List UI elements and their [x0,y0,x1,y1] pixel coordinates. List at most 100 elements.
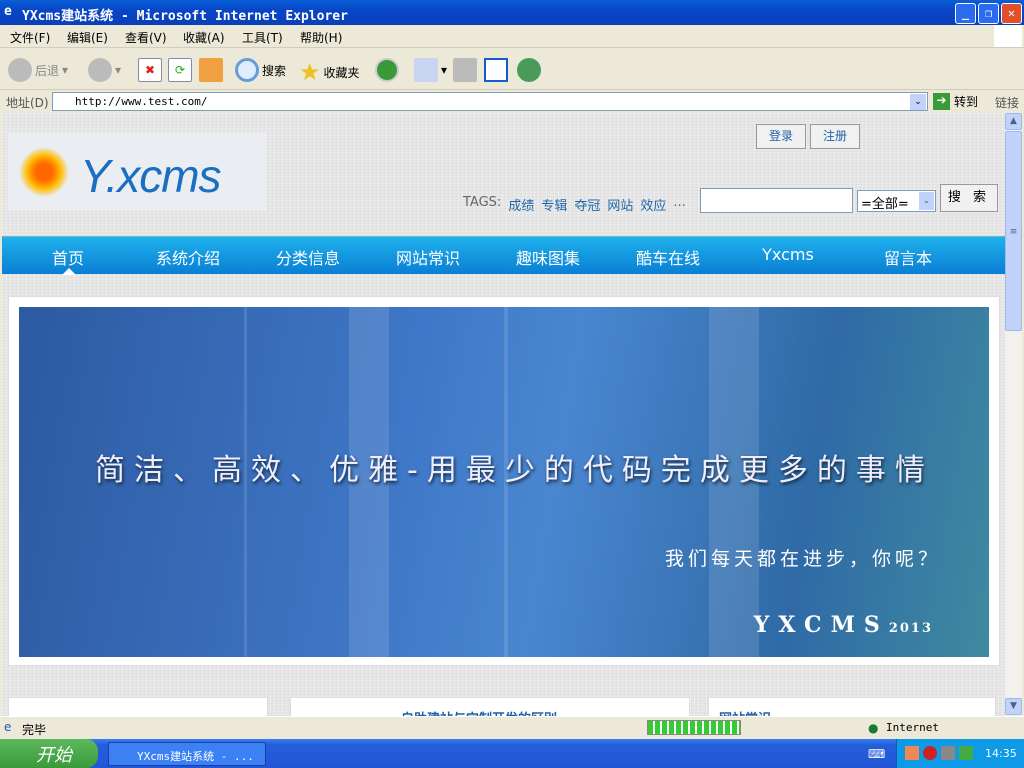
nav-yxcms[interactable]: Yxcms [762,245,814,264]
search-icon [235,58,259,82]
mail-button[interactable]: ▾ [414,58,447,82]
left-panel [8,697,268,716]
scroll-down-icon[interactable]: ▼ [1005,698,1022,715]
banner-slogan: 简洁、高效、优雅-用最少的代码完成更多的事情 [95,453,934,488]
login-button[interactable]: 登录 [756,124,806,149]
article-panel: 自助建站与定制开发的区别 [290,697,690,716]
search-submit-button[interactable]: 搜 索 [940,184,998,212]
menu-file[interactable]: 文件(F) [10,29,50,46]
menu-view[interactable]: 查看(V) [125,29,167,46]
tag-link[interactable]: 网站 [607,195,633,214]
vertical-scrollbar[interactable]: ▲ ≡ ▼ [1005,113,1022,716]
star-icon: ★ [299,58,321,86]
start-button[interactable]: 开始 [0,739,98,768]
vmware-icon[interactable] [941,746,955,760]
stop-button[interactable]: ✖ [138,58,162,82]
start-label: 开始 [36,745,72,766]
close-button[interactable]: ✕ [1001,3,1022,24]
progress-bar [647,720,741,735]
windows-logo-icon [994,25,1022,47]
edit-button[interactable] [484,58,508,82]
search-button[interactable]: 搜索 [235,58,286,82]
security-zone: Internet [886,721,939,734]
banner-image[interactable]: 简洁、高效、优雅-用最少的代码完成更多的事情 我们每天都在进步，你呢？ YXCM… [19,307,989,657]
main-nav: 首页 系统介绍 分类信息 网站常识 趣味图集 酷车在线 Yxcms 留言本 [2,236,1005,275]
ie-icon: e [4,4,12,19]
nav-gallery[interactable]: 趣味图集 [516,245,580,269]
nav-web-knowledge[interactable]: 网站常识 [396,245,460,269]
stop-icon: ✖ [138,58,162,82]
brand-year: 2013 [888,621,933,636]
site-logo[interactable]: Y.xcms [8,133,266,211]
tag-link[interactable]: 专辑 [541,195,567,214]
article-title[interactable]: 自助建站与定制开发的区别 [401,708,557,716]
back-button[interactable]: 后退 ▾ [8,58,68,82]
nav-guestbook[interactable]: 留言本 [884,245,932,269]
banner-brand: YXCMS2013 [754,612,933,638]
nav-cars[interactable]: 酷车在线 [636,245,700,269]
logo-swirl-icon [14,143,74,201]
register-button[interactable]: 注册 [810,124,860,149]
security-shield-icon[interactable] [923,746,937,760]
nav-classifieds[interactable]: 分类信息 [276,245,340,269]
messenger-button[interactable] [517,58,541,82]
go-arrow-icon: ➔ [933,93,950,110]
scroll-thumb[interactable]: ≡ [1005,131,1022,331]
menu-bar: 文件(F) 编辑(E) 查看(V) 收藏(A) 工具(T) 帮助(H) [0,25,1024,48]
mail-icon [414,58,438,82]
menu-help[interactable]: 帮助(H) [300,29,342,46]
search-category-select[interactable]: =全部= ⌄ [857,190,936,212]
nav-home[interactable]: 首页 [52,245,84,269]
page-icon: e [4,720,12,734]
go-button[interactable]: ➔ 转到 [933,93,978,110]
tray-app-icon[interactable] [905,746,919,760]
window-title: YXcms建站系统 - Microsoft Internet Explorer [22,9,348,24]
minimize-button[interactable]: _ [955,3,976,24]
address-label: 地址(D) [6,96,49,110]
refresh-icon: ⟳ [168,58,192,82]
forward-button[interactable]: ▾ [88,58,121,82]
tag-link[interactable]: 成绩 [508,195,534,214]
address-input[interactable]: http://www.test.com/ [52,92,928,111]
tag-link[interactable]: 夺冠 [574,195,600,214]
menu-edit[interactable]: 编辑(E) [67,29,108,46]
tags-more[interactable]: ... [673,195,685,214]
history-button[interactable] [375,58,399,82]
search-input[interactable] [700,188,853,213]
address-url: http://www.test.com/ [75,95,208,108]
menu-tools[interactable]: 工具(T) [242,29,283,46]
favorites-button[interactable]: ★ 收藏夹 [299,58,360,86]
menu-favorites[interactable]: 收藏(A) [183,29,225,46]
scroll-up-icon[interactable]: ▲ [1005,113,1022,130]
home-icon [199,58,223,82]
messenger-icon [517,58,541,82]
toolbar: 后退 ▾ ▾ ✖ ⟳ 搜索 ★ 收藏夹 ▾ [0,48,1024,90]
tag-link[interactable]: 效应 [640,195,666,214]
address-bar: 地址(D) http://www.test.com/ ⌄ ➔ 转到 链接 [0,90,1024,113]
status-bar: e 完毕 ● Internet [0,716,1024,739]
favorites-label: 收藏夹 [323,65,360,80]
address-dropdown-icon[interactable]: ⌄ [910,94,926,110]
chevron-down-icon: ⌄ [919,192,934,210]
clock[interactable]: 14:35 [985,747,1017,760]
search-label: 搜索 [262,63,287,78]
printer-icon [453,58,477,82]
banner-frame: 简洁、高效、优雅-用最少的代码完成更多的事情 我们每天都在进步，你呢？ YXCM… [8,296,1000,666]
home-button[interactable] [199,58,223,82]
print-button[interactable] [453,58,477,82]
edit-icon [484,58,508,82]
task-label: YXcms建站系统 - ... [137,750,254,763]
web-page: Y.xcms 登录 注册 TAGS: 成绩 专辑 夺冠 网站 效应 ... =全… [2,113,1005,716]
system-tray: 14:35 [896,739,1024,768]
knowledge-panel: 网站常识 [708,697,996,716]
forward-arrow-icon [88,58,112,82]
refresh-button[interactable]: ⟳ [168,58,192,82]
knowledge-title[interactable]: 网站常识 [719,708,771,716]
keyboard-icon[interactable]: ⌨ [868,747,885,761]
back-label: 后退 [35,63,60,78]
network-icon[interactable] [959,746,973,760]
taskbar-window-button[interactable]: YXcms建站系统 - ... [108,742,266,766]
nav-about[interactable]: 系统介绍 [156,245,220,269]
links-button[interactable]: 链接 [995,94,1019,111]
maximize-button[interactable]: ❐ [978,3,999,24]
